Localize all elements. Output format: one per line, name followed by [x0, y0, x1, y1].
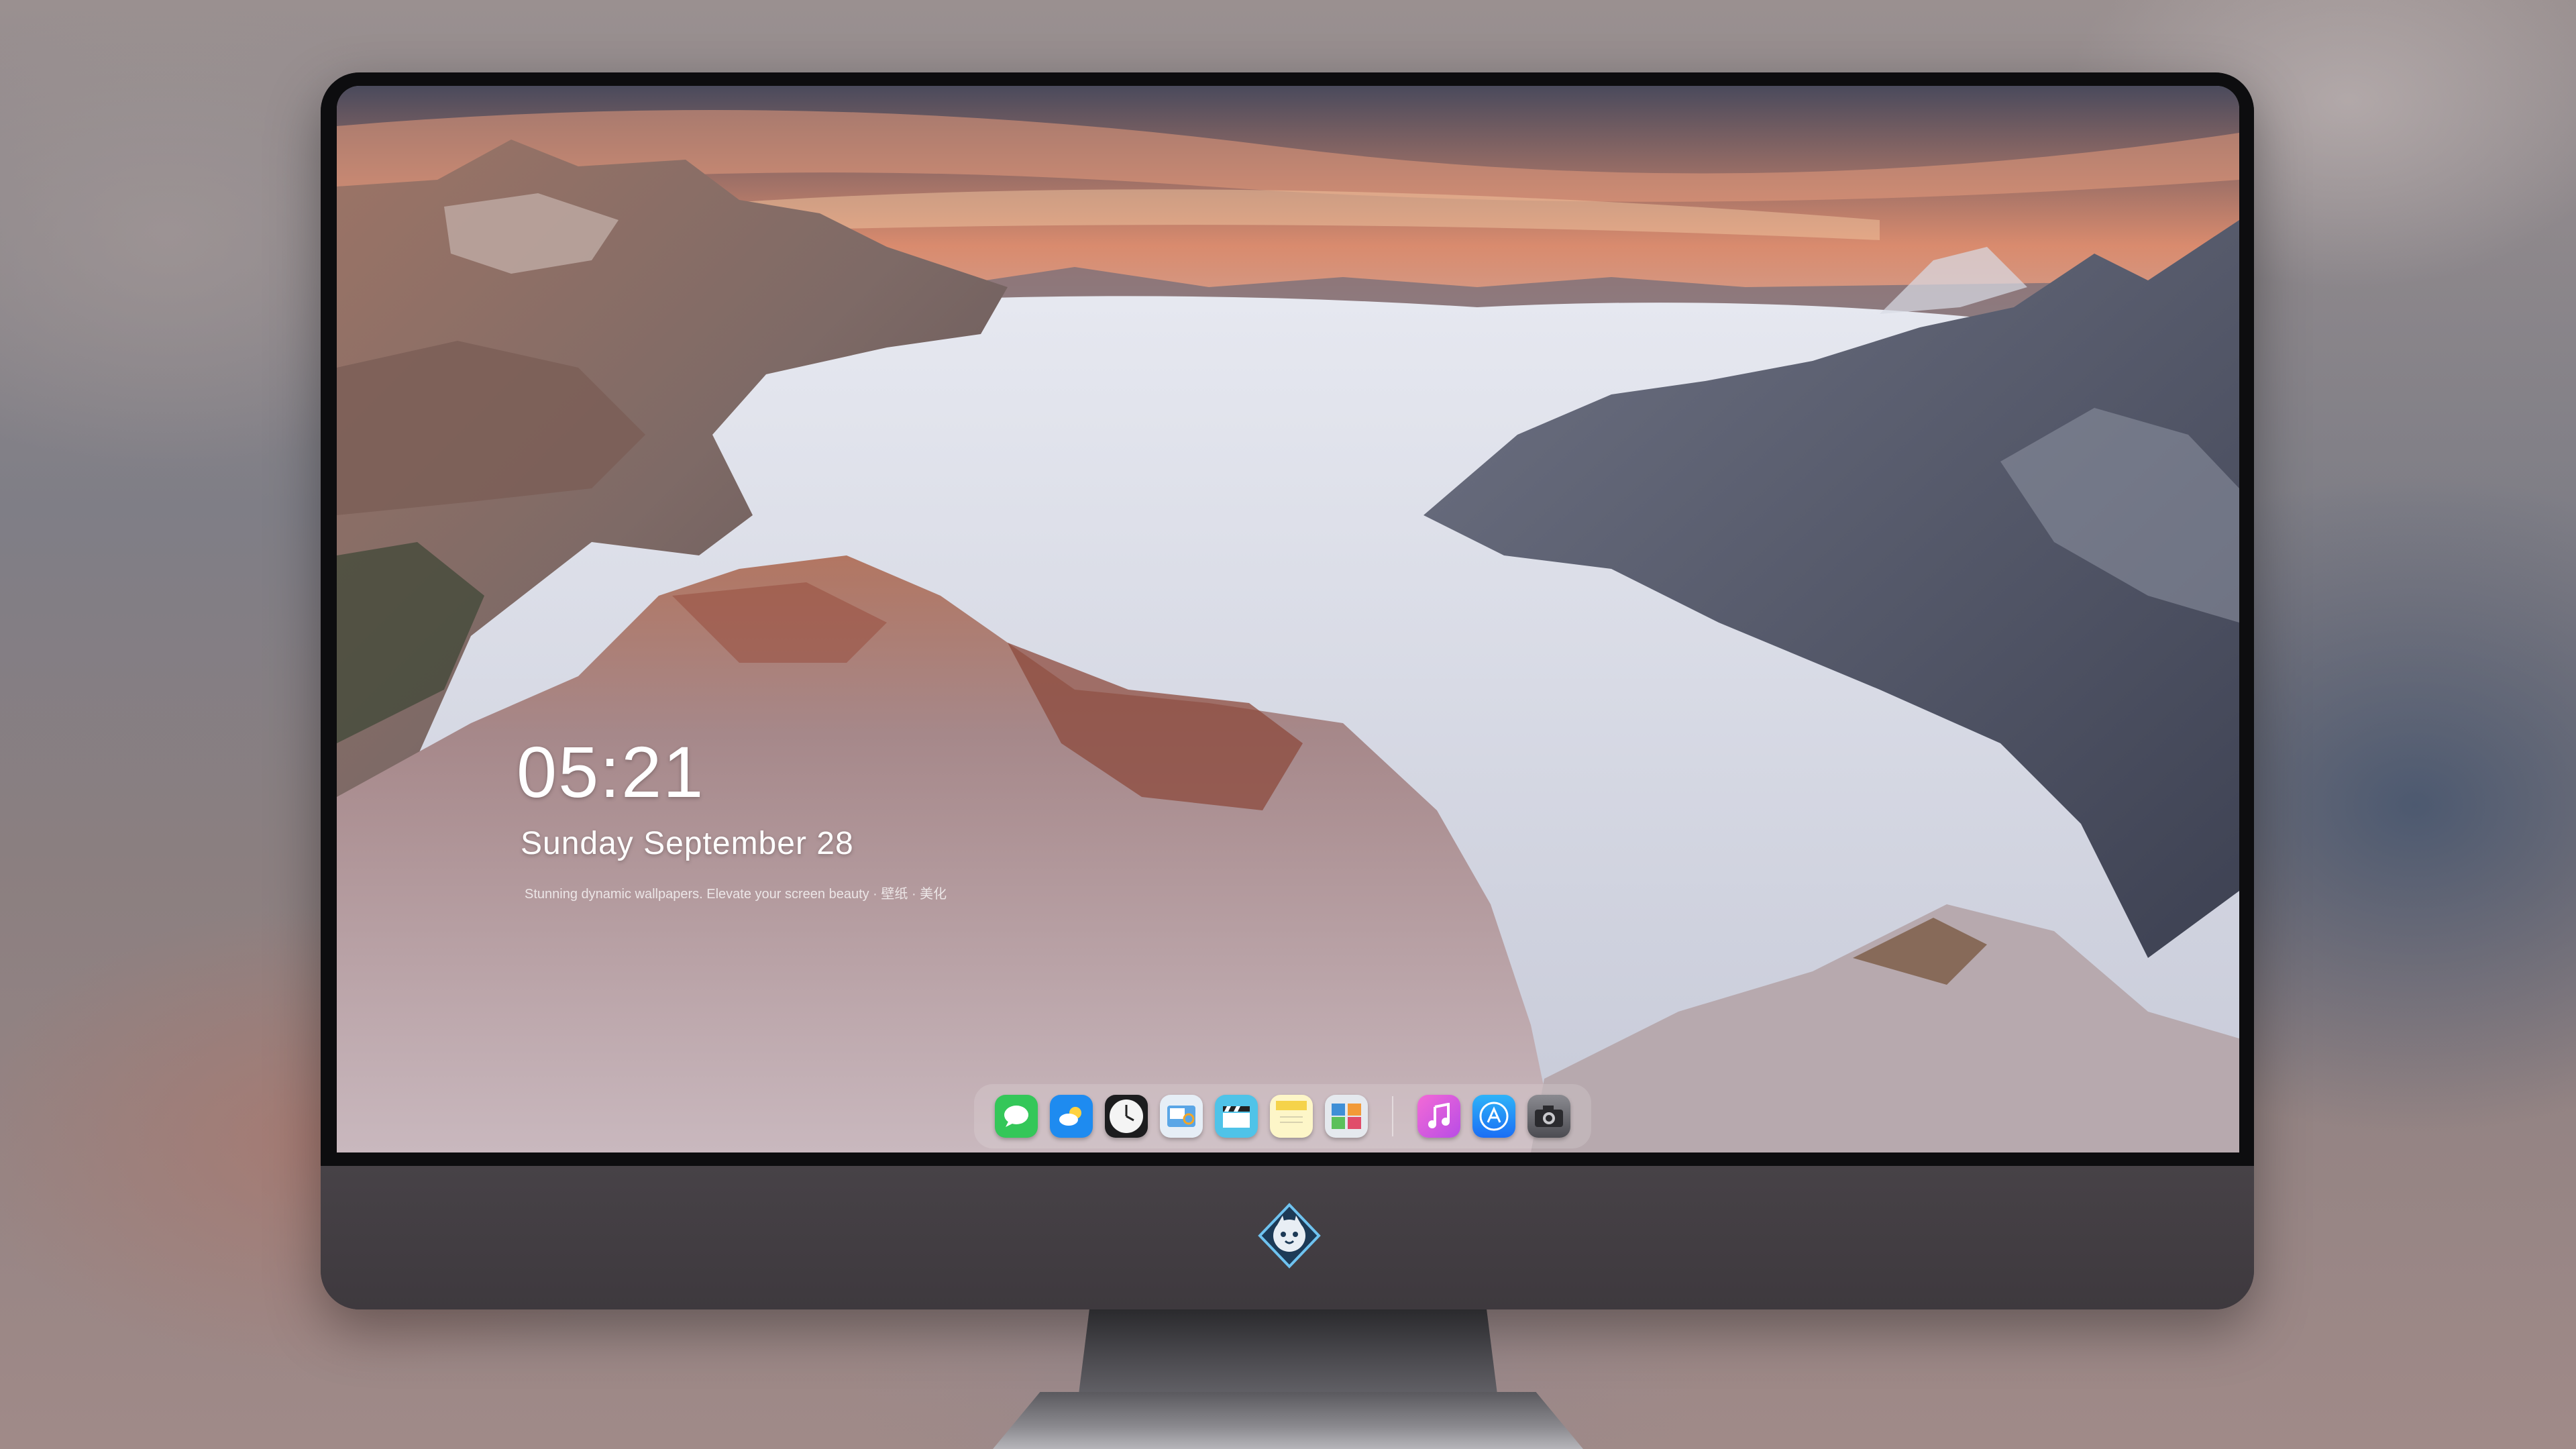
clapperboard-icon[interactable]: [1215, 1095, 1258, 1138]
screen: 05:21 Sunday September 28 Stunning dynam…: [337, 86, 2239, 1152]
dock: [974, 1084, 1591, 1148]
messages-icon[interactable]: [995, 1095, 1038, 1138]
weather-icon[interactable]: [1050, 1095, 1093, 1138]
clock-icon[interactable]: [1105, 1095, 1148, 1138]
dock-separator: [1392, 1096, 1393, 1136]
music-icon[interactable]: [1417, 1095, 1460, 1138]
mountain-wallpaper: [337, 86, 2239, 1152]
lock-screen-clock: 05:21: [517, 731, 705, 812]
camera-icon[interactable]: [1527, 1095, 1570, 1138]
notes-icon[interactable]: [1270, 1095, 1313, 1138]
lock-screen-date: Sunday September 28: [521, 826, 854, 861]
brand-logo-icon: [1258, 1203, 1321, 1269]
wallpaper-caption: Stunning dynamic wallpapers. Elevate you…: [525, 887, 947, 902]
preview-icon[interactable]: [1160, 1095, 1203, 1138]
photo-booth-icon[interactable]: [1325, 1095, 1368, 1138]
app-store-icon[interactable]: [1472, 1095, 1515, 1138]
monitor-stand-base: [993, 1392, 1583, 1449]
